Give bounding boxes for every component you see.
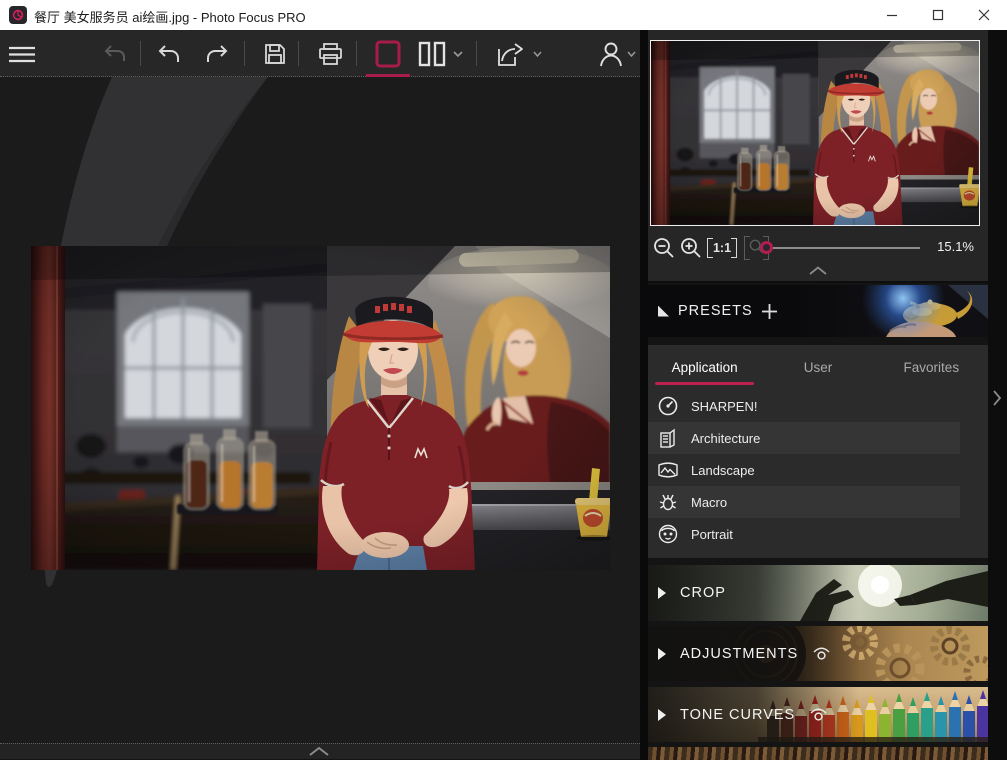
panel-divider — [640, 30, 648, 760]
next-section-partial-banner[interactable] — [648, 747, 988, 760]
navigator-controls: 1:1 15.1% — [648, 233, 988, 265]
zoom-in-icon[interactable] — [678, 235, 704, 261]
zoom-out-icon[interactable] — [651, 235, 677, 261]
tone-curves-section-header[interactable]: TONE CURVES — [648, 687, 988, 742]
panorama-icon — [657, 459, 679, 481]
navigator-panel: 1:1 15.1% — [648, 30, 988, 283]
bug-icon — [657, 491, 679, 513]
split-view-icon[interactable] — [415, 39, 449, 69]
user-dropdown-chevron-icon[interactable] — [624, 39, 638, 69]
photo-canvas[interactable] — [0, 77, 640, 759]
presets-expanded-triangle-icon[interactable] — [658, 306, 669, 317]
preset-item-sharpen[interactable]: SHARPEN! — [648, 390, 988, 422]
building-icon — [657, 427, 679, 449]
panel-collapse-strip — [988, 30, 1007, 760]
open-photo-image[interactable] — [31, 246, 610, 570]
collapse-panel-chevron-icon[interactable] — [991, 388, 1003, 408]
tone-curves-visibility-eye-icon[interactable] — [809, 707, 828, 722]
preset-item-label: Landscape — [691, 463, 755, 478]
tone-curves-label: TONE CURVES — [680, 707, 795, 723]
editor-area — [0, 30, 640, 760]
preset-item-architecture[interactable]: Architecture — [648, 422, 960, 454]
actual-size-button[interactable]: 1:1 — [705, 235, 739, 261]
face-icon — [657, 523, 679, 545]
tab-user-label: User — [804, 360, 833, 375]
tone-curves-collapsed-triangle-icon[interactable] — [658, 709, 666, 721]
toolbar-separator — [244, 41, 245, 66]
crop-label: CROP — [680, 585, 726, 601]
tab-application[interactable]: Application — [648, 345, 761, 390]
main-toolbar — [0, 30, 640, 77]
adjustments-collapsed-triangle-icon[interactable] — [658, 648, 666, 660]
tab-favorites[interactable]: Favorites — [875, 345, 988, 390]
navigator-preview[interactable] — [650, 40, 980, 226]
crop-section-header[interactable]: CROP — [648, 565, 988, 621]
collapse-navigator-chevron-icon[interactable] — [808, 266, 828, 275]
titlebar: 餐厅 美女服务员 ai绘画.jpg - Photo Focus PRO — [0, 0, 1007, 30]
toolbar-separator — [298, 41, 299, 66]
preset-item-label: Architecture — [691, 431, 760, 446]
toolbar-separator — [476, 41, 477, 66]
minimize-button[interactable] — [869, 0, 915, 30]
toolbar-separator — [140, 41, 141, 66]
user-icon[interactable] — [596, 39, 626, 69]
print-icon[interactable] — [315, 39, 345, 69]
zoom-slider-track[interactable] — [770, 247, 920, 249]
app-logo-icon — [9, 6, 27, 24]
undo-disabled-icon — [100, 39, 130, 69]
adjustments-section-header[interactable]: ADJUSTMENTS — [648, 626, 988, 681]
presets-tabs: Application User Favorites — [648, 345, 988, 390]
toolbar-separator — [356, 41, 357, 66]
single-view-icon[interactable] — [370, 39, 406, 69]
preset-item-portrait[interactable]: Portrait — [648, 518, 988, 550]
presets-section-header[interactable]: PRESETS — [648, 285, 988, 337]
zoom-percentage: 15.1% — [937, 239, 974, 254]
preset-item-label: Portrait — [691, 527, 733, 542]
view-dropdown-chevron-icon[interactable] — [450, 39, 466, 69]
window-title: 餐厅 美女服务员 ai绘画.jpg - Photo Focus PRO — [34, 7, 306, 26]
presets-title: PRESETS — [678, 303, 753, 319]
preset-item-label: SHARPEN! — [691, 399, 757, 414]
preset-item-landscape[interactable]: Landscape — [648, 454, 988, 486]
share-icon[interactable] — [493, 39, 529, 69]
preset-item-macro[interactable]: Macro — [648, 486, 960, 518]
save-icon[interactable] — [260, 39, 290, 69]
expand-filmstrip-chevron-icon[interactable] — [308, 746, 330, 756]
one-to-one-label: 1:1 — [707, 238, 737, 258]
tab-application-label: Application — [672, 360, 738, 375]
active-tab-underline — [655, 382, 754, 385]
preset-item-label: Macro — [691, 495, 727, 510]
app-window: 餐厅 美女服务员 ai绘画.jpg - Photo Focus PRO — [0, 0, 1007, 760]
gauge-icon — [657, 395, 679, 417]
redo-icon[interactable] — [202, 39, 232, 69]
add-preset-plus-icon[interactable] — [762, 304, 777, 319]
adjustments-visibility-eye-icon[interactable] — [812, 646, 831, 661]
close-button[interactable] — [961, 0, 1007, 30]
share-dropdown-chevron-icon[interactable] — [530, 39, 544, 69]
filmstrip-collapsed-bar[interactable] — [0, 743, 640, 759]
menu-icon[interactable] — [7, 39, 37, 69]
zoom-slider-handle[interactable] — [760, 241, 773, 254]
right-panel: 1:1 15.1% — [648, 30, 988, 760]
undo-icon[interactable] — [154, 39, 184, 69]
tab-user[interactable]: User — [761, 345, 874, 390]
crop-collapsed-triangle-icon[interactable] — [658, 587, 666, 599]
adjustments-label: ADJUSTMENTS — [680, 646, 798, 662]
maximize-button[interactable] — [915, 0, 961, 30]
tab-favorites-label: Favorites — [904, 360, 960, 375]
presets-list-panel: Application User Favorites SHARPEN! — [648, 345, 988, 558]
